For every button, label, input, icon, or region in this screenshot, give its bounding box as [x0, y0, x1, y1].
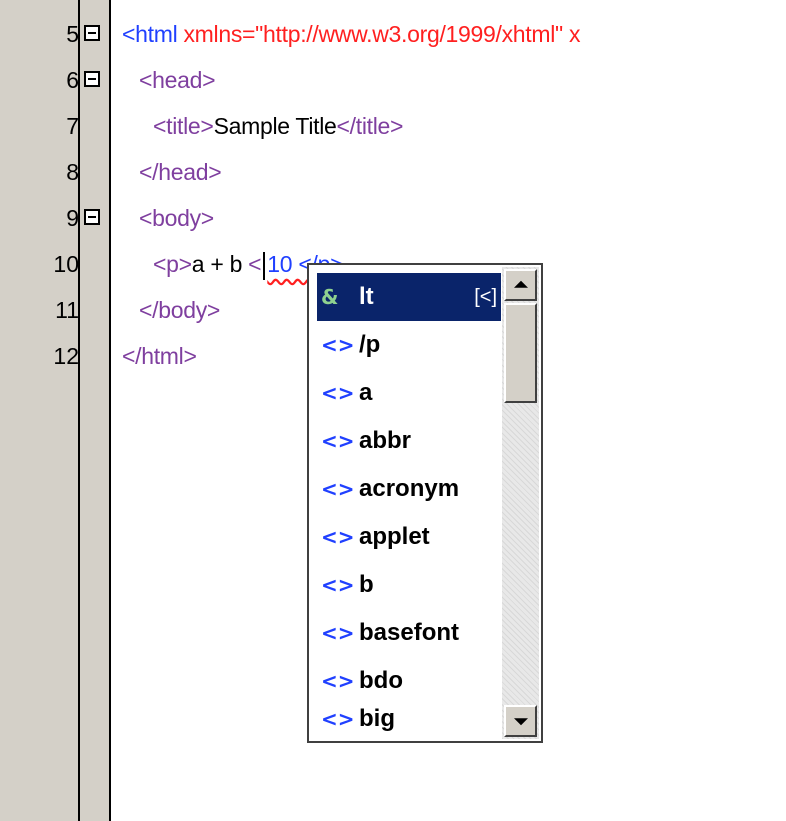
completion-item[interactable]: <> abbr	[317, 417, 501, 465]
code-completion-popup[interactable]: & lt [<] <> /p <> a <> abbr <> acronym <…	[307, 263, 543, 743]
completion-item[interactable]: <> bdo	[317, 657, 501, 705]
tag-icon: <>	[321, 707, 355, 731]
line-number: 7	[66, 113, 79, 139]
code-line-8: </head>	[139, 159, 222, 185]
completion-item[interactable]: <> acronym	[317, 465, 501, 513]
tag-icon: <>	[321, 573, 355, 597]
tag-icon: <>	[321, 333, 355, 357]
completion-list[interactable]: & lt [<] <> /p <> a <> abbr <> acronym <…	[311, 267, 502, 739]
code-line-6: <head>	[139, 67, 216, 93]
line-number: 10	[53, 251, 79, 277]
line-number: 11	[55, 297, 79, 323]
gutter-divider	[78, 0, 80, 821]
scroll-down-button[interactable]	[504, 705, 537, 737]
line-number-gutter: 5 6 7 8 9 10 11 12	[0, 0, 79, 821]
vertical-scrollbar[interactable]	[502, 267, 539, 739]
tag-icon: <>	[321, 669, 355, 693]
line-number: 5	[66, 21, 79, 47]
completion-item-lt[interactable]: & lt [<]	[317, 273, 501, 321]
tag-icon: <>	[321, 429, 355, 453]
arrow-up-icon	[513, 280, 528, 288]
scroll-thumb[interactable]	[504, 303, 537, 403]
line-number: 12	[53, 343, 79, 369]
fold-collapse-icon[interactable]	[84, 71, 100, 87]
code-line-5: <html xmlns="http://www.w3.org/1999/xhtm…	[122, 21, 581, 47]
fold-gutter	[79, 0, 111, 821]
line-number: 6	[66, 67, 79, 93]
completion-item[interactable]: <> applet	[317, 513, 501, 561]
code-line-7: <title>Sample Title</title>	[153, 113, 404, 139]
tag-icon: <>	[321, 381, 355, 405]
completion-item[interactable]: <> a	[317, 369, 501, 417]
fold-divider	[109, 0, 111, 821]
scroll-up-button[interactable]	[504, 269, 537, 301]
tag-icon: <>	[321, 525, 355, 549]
tag-icon: <>	[321, 621, 355, 645]
line-number: 8	[66, 159, 79, 185]
fold-collapse-icon[interactable]	[84, 209, 100, 225]
completion-item[interactable]: <> b	[317, 561, 501, 609]
tag-icon: <>	[321, 477, 355, 501]
completion-item[interactable]: <> basefont	[317, 609, 501, 657]
code-line-11: </body>	[139, 297, 221, 323]
fold-collapse-icon[interactable]	[84, 25, 100, 41]
line-number: 9	[66, 205, 79, 231]
text-caret	[263, 251, 266, 280]
entity-icon: &	[321, 285, 339, 309]
completion-item[interactable]: <> /p	[317, 321, 501, 369]
code-line-12: </html>	[122, 343, 197, 369]
arrow-down-icon	[513, 718, 528, 726]
completion-item[interactable]: <> big	[317, 699, 501, 739]
code-line-9: <body>	[139, 205, 214, 231]
